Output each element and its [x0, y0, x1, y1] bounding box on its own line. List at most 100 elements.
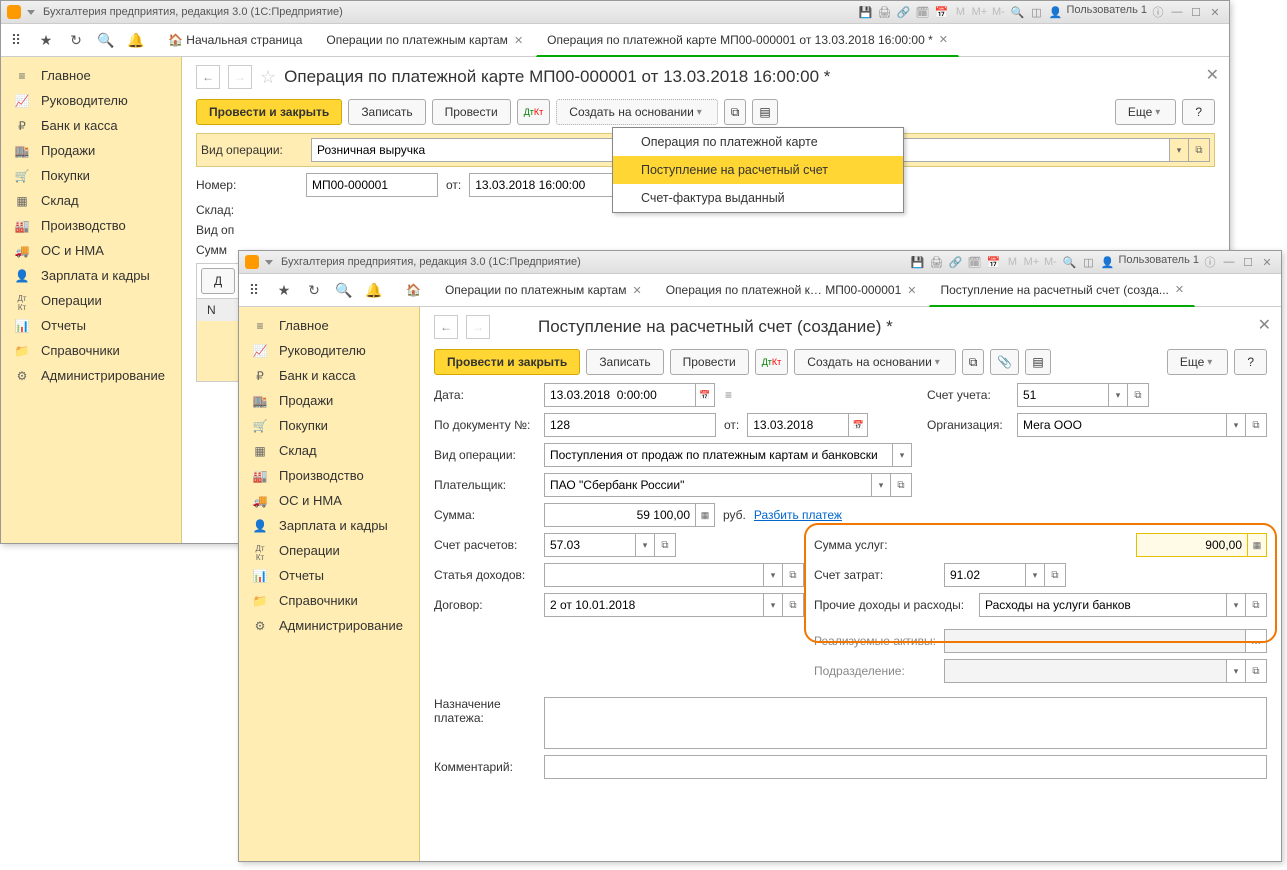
split-payment-link[interactable]: Разбить платеж [754, 508, 842, 522]
date-input[interactable] [469, 173, 631, 197]
star-icon[interactable]: ★ [37, 31, 55, 49]
dropdown-icon[interactable]: ▾ [1227, 413, 1246, 437]
sidebar-item[interactable]: 🚚ОС и НМА [1, 238, 181, 263]
calendar-icon[interactable]: 📅 [696, 383, 715, 407]
sidebar-item[interactable]: 👤Зарплата и кадры [1, 263, 181, 288]
open-icon[interactable]: ⧉ [783, 563, 804, 587]
tab-close-icon[interactable]: ✕ [1175, 283, 1184, 296]
sidebar-item[interactable]: 📊Отчеты [1, 313, 181, 338]
panel-icon[interactable]: ◫ [1080, 254, 1096, 270]
tab-close-icon[interactable]: ✕ [939, 33, 948, 46]
dropdown-icon[interactable]: ▾ [764, 593, 783, 617]
open-icon[interactable]: ⧉ [655, 533, 676, 557]
sidebar-item[interactable]: ⚙Администрирование [1, 363, 181, 388]
favorite-button[interactable]: ☆ [260, 67, 276, 88]
dropdown-icon[interactable]: ▾ [1109, 383, 1128, 407]
maximize-icon[interactable]: ☐ [1188, 4, 1204, 20]
org-input[interactable] [1017, 413, 1227, 437]
optype2-input[interactable] [544, 443, 893, 467]
star-icon[interactable]: ★ [275, 281, 293, 299]
post-button[interactable]: Провести [432, 99, 511, 125]
calendar-icon[interactable]: 📅 [933, 4, 949, 20]
post-and-close-button[interactable]: Провести и закрыть [196, 99, 342, 125]
dtkt-button[interactable]: ДтКт [755, 349, 789, 375]
docdate-input[interactable] [747, 413, 849, 437]
m-plus-icon[interactable]: M+ [1023, 254, 1039, 270]
open-icon[interactable]: ⧉ [1128, 383, 1149, 407]
search-icon[interactable]: 🔍 [335, 281, 353, 299]
open-icon[interactable]: ⧉ [783, 593, 804, 617]
maximize-icon[interactable]: ☐ [1240, 254, 1256, 270]
dropdown-item-highlighted[interactable]: Поступление на расчетный счет [613, 156, 903, 184]
sidebar-item[interactable]: 🏬Продажи [239, 388, 419, 413]
calendar-icon[interactable]: 📅 [849, 413, 868, 437]
dropdown-icon[interactable]: ▾ [764, 563, 783, 587]
help-button[interactable]: ? [1234, 349, 1267, 375]
sidebar-item[interactable]: Дт КтОперации [1, 288, 181, 313]
minimize-icon[interactable]: — [1221, 254, 1237, 270]
m-minus-icon[interactable]: M- [990, 4, 1006, 20]
acc-calc-input[interactable] [544, 533, 636, 557]
dropdown-icon[interactable]: ▾ [1170, 138, 1189, 162]
sidebar-item[interactable]: 👤Зарплата и кадры [239, 513, 419, 538]
date-input[interactable] [544, 383, 696, 407]
sidebar-item[interactable]: 🏬Продажи [1, 138, 181, 163]
back-button[interactable]: ← [196, 65, 220, 89]
forward-button[interactable]: → [466, 315, 490, 339]
link-icon[interactable]: 🔗 [895, 4, 911, 20]
tab-close-icon[interactable]: ✕ [514, 34, 523, 47]
tab-home-2[interactable]: 🏠 [395, 274, 432, 306]
comment-input[interactable] [544, 755, 1267, 779]
forward-button[interactable]: → [228, 65, 252, 89]
search-icon[interactable]: 🔍 [97, 31, 115, 49]
sidebar-item[interactable]: 🚚ОС и НМА [239, 488, 419, 513]
post-button[interactable]: Провести [670, 349, 749, 375]
apps-icon[interactable]: ⠿ [7, 31, 25, 49]
record-button[interactable]: Записать [586, 349, 663, 375]
open-icon[interactable]: ⧉ [1189, 138, 1210, 162]
zoom-icon[interactable]: 🔍 [1009, 4, 1025, 20]
tab-ops[interactable]: Операции по платежным картам ✕ [315, 24, 534, 56]
acc-input[interactable] [1017, 383, 1109, 407]
sidebar-item[interactable]: 📊Отчеты [239, 563, 419, 588]
sum-input[interactable] [544, 503, 696, 527]
dropdown-icon[interactable]: ▾ [636, 533, 655, 557]
income-input[interactable] [544, 563, 764, 587]
dropdown-item[interactable]: Операция по платежной карте [613, 128, 903, 156]
calendar-icon[interactable]: 📅 [985, 254, 1001, 270]
page-close-icon[interactable]: ✕ [1258, 315, 1271, 335]
sidebar-item[interactable]: ⚙Администрирование [239, 613, 419, 638]
print-icon[interactable]: 🖨 [928, 254, 944, 270]
list-button[interactable]: ▤ [752, 99, 777, 125]
open-icon[interactable]: ⧉ [891, 473, 912, 497]
page-close-icon[interactable]: ✕ [1206, 65, 1219, 85]
sidebar-item[interactable]: 🏭Производство [239, 463, 419, 488]
payer-input[interactable] [544, 473, 872, 497]
link-icon[interactable]: 🔗 [947, 254, 963, 270]
doc-link-icon[interactable]: ≡ [725, 388, 732, 402]
user-icon[interactable]: 👤 [1047, 4, 1063, 20]
create-on-basis-button[interactable]: Создать на основании ▾ [556, 99, 718, 125]
save-icon[interactable]: 💾 [857, 4, 873, 20]
tab-receipt[interactable]: Поступление на расчетный счет (созда...✕ [929, 274, 1195, 307]
sidebar-item[interactable]: ▦Склад [1, 188, 181, 213]
open-icon[interactable]: ⧉ [1246, 659, 1267, 683]
number-input[interactable] [306, 173, 438, 197]
tab-op-card[interactable]: Операция по платежной к… МП00-000001✕ [655, 274, 928, 306]
user-label-2[interactable]: Пользователь 1 [1118, 254, 1199, 270]
tab-close-icon[interactable]: ✕ [632, 284, 641, 297]
sidebar-item[interactable]: ₽Банк и касса [1, 113, 181, 138]
m-plus-icon[interactable]: M+ [971, 4, 987, 20]
tab-home[interactable]: 🏠 Начальная страница [157, 24, 313, 56]
history-icon[interactable]: ↻ [67, 31, 85, 49]
user-label[interactable]: Пользователь 1 [1066, 4, 1147, 20]
list-button[interactable]: ▤ [1025, 349, 1050, 375]
sidebar-item[interactable]: ▦Склад [239, 438, 419, 463]
structure-button[interactable]: ⧉ [724, 99, 747, 125]
apps-icon[interactable]: ⠿ [245, 281, 263, 299]
attach-button[interactable]: 📎 [990, 349, 1019, 375]
window-close-icon[interactable]: ✕ [1259, 254, 1275, 270]
bell-icon[interactable]: 🔔 [127, 31, 145, 49]
sidebar-item[interactable]: ₽Банк и касса [239, 363, 419, 388]
structure-button[interactable]: ⧉ [962, 349, 985, 375]
